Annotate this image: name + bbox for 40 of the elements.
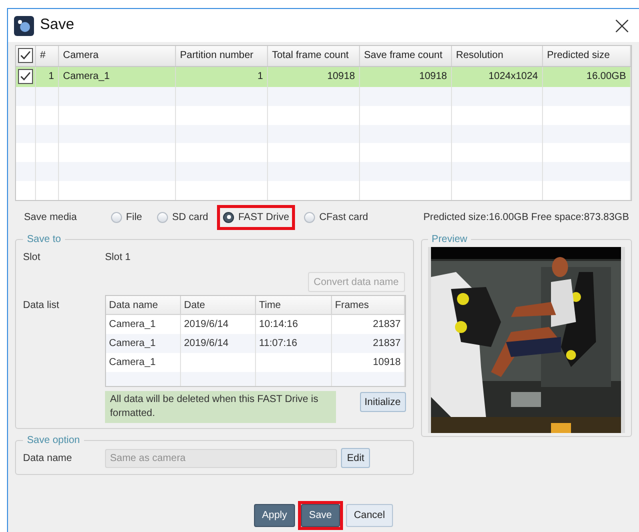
table-row[interactable]: 1 Camera_1 1 10918 10918 1024x1024 16.00GB bbox=[16, 66, 631, 87]
window-title: Save bbox=[40, 15, 76, 36]
field-label: Data name bbox=[23, 452, 73, 466]
close-icon[interactable] bbox=[615, 18, 629, 32]
field-label: Slot bbox=[23, 251, 42, 265]
storage-info: Predicted size:16.00GB Free space:873.83GB bbox=[423, 210, 629, 224]
checkbox[interactable] bbox=[18, 69, 33, 84]
column-header[interactable]: Camera bbox=[59, 46, 176, 66]
dialog-button[interactable]: Save bbox=[301, 504, 340, 527]
column-header[interactable]: Data name bbox=[106, 296, 181, 314]
field-label: Save media bbox=[23, 210, 78, 224]
column-header[interactable]: # bbox=[36, 46, 59, 66]
column-header[interactable]: Frames bbox=[332, 296, 405, 314]
group-title: Preview bbox=[430, 233, 468, 247]
radio-button[interactable] bbox=[111, 212, 122, 222]
initialize-button[interactable]: Initialize bbox=[360, 392, 406, 412]
column-header[interactable]: Partition number bbox=[176, 46, 268, 66]
edit-button[interactable]: Edit bbox=[341, 448, 370, 468]
dialog-button[interactable]: Apply bbox=[254, 504, 296, 527]
radio-button[interactable] bbox=[223, 212, 234, 222]
radio-option[interactable]: File bbox=[105, 204, 148, 230]
warning-note: All data will be deleted when this FAST Drive is formatted. bbox=[105, 391, 336, 423]
column-header[interactable]: Date bbox=[181, 296, 256, 314]
group-title: Save to bbox=[26, 233, 62, 247]
column-header[interactable]: Predicted size bbox=[543, 46, 631, 66]
column-header[interactable]: Resolution bbox=[452, 46, 543, 66]
group-title: Save option bbox=[26, 434, 81, 448]
radio-option[interactable]: SD card bbox=[151, 204, 214, 230]
radio-option[interactable]: CFast card bbox=[298, 204, 374, 230]
radio-option[interactable]: FAST Drive bbox=[217, 204, 296, 230]
column-header[interactable]: Total frame count bbox=[268, 46, 360, 66]
column-header[interactable]: Save frame count bbox=[360, 46, 452, 66]
checkbox[interactable] bbox=[18, 48, 33, 64]
field-label: Data list bbox=[23, 299, 60, 313]
radio-button[interactable] bbox=[157, 212, 168, 222]
slot-value: Slot 1 bbox=[105, 251, 131, 265]
app-icon bbox=[14, 16, 34, 36]
radio-button[interactable] bbox=[304, 212, 316, 222]
dialog-button[interactable]: Cancel bbox=[346, 504, 393, 527]
column-header[interactable]: Time bbox=[256, 296, 332, 314]
